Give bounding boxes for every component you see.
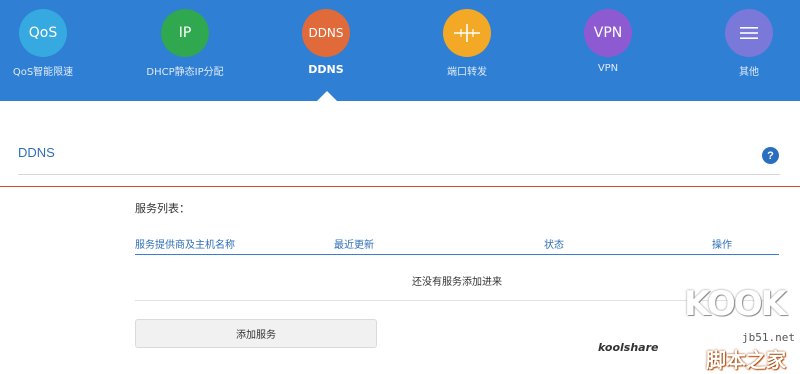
vpn-icon: VPN <box>584 9 632 57</box>
top-navigation: QoS QoS智能限速 IP DHCP静态IP分配 DDNS DDNS 端口转发… <box>0 0 800 101</box>
column-header-provider: 服务提供商及主机名称 <box>135 240 235 251</box>
nav-item-other[interactable]: 其他 <box>684 0 800 101</box>
qos-icon: QoS <box>19 9 67 57</box>
divider <box>18 174 780 175</box>
add-service-button[interactable]: 添加服务 <box>135 319 377 348</box>
nav-label-qos: QoS智能限速 <box>12 67 74 78</box>
nav-label-other: 其他 <box>739 67 759 78</box>
nav-label-ddns: DDNS <box>308 63 344 76</box>
nav-item-vpn[interactable]: VPN VPN <box>543 0 673 101</box>
page-title: DDNS <box>18 145 55 160</box>
service-list-title: 服务列表： <box>135 202 190 215</box>
nav-label-dhcp: DHCP静态IP分配 <box>146 67 224 78</box>
watermark-koolshare: koolshare <box>598 341 659 354</box>
active-tab-pointer <box>317 91 337 101</box>
column-header-actions: 操作 <box>712 240 732 251</box>
nav-label-port-forward: 端口转发 <box>447 67 487 78</box>
menu-glyph <box>740 27 758 39</box>
nav-item-port-forward[interactable]: 端口转发 <box>402 0 532 101</box>
table-row-divider <box>135 300 779 301</box>
table-header-divider <box>135 254 779 255</box>
nav-item-ddns[interactable]: DDNS DDNS <box>261 0 391 101</box>
nav-item-qos[interactable]: QoS QoS智能限速 <box>0 0 108 101</box>
nav-item-dhcp[interactable]: IP DHCP静态IP分配 <box>120 0 250 101</box>
column-header-status: 状态 <box>544 240 564 251</box>
menu-icon <box>725 9 773 57</box>
help-icon[interactable]: ? <box>762 147 779 164</box>
empty-state-text: 还没有服务添加进来 <box>412 277 502 288</box>
accent-divider <box>0 186 800 187</box>
ip-icon: IP <box>161 9 209 57</box>
ddns-icon: DDNS <box>302 9 350 57</box>
nav-label-vpn: VPN <box>597 63 619 74</box>
watermark-site-cn: 脚本之家 <box>706 348 786 372</box>
port-forward-glyph <box>454 24 480 42</box>
column-header-last-update: 最近更新 <box>334 240 374 251</box>
port-forward-icon <box>443 9 491 57</box>
watermark-site: jb51.net <box>742 331 795 344</box>
watermark-logo: KOOK <box>684 284 787 324</box>
